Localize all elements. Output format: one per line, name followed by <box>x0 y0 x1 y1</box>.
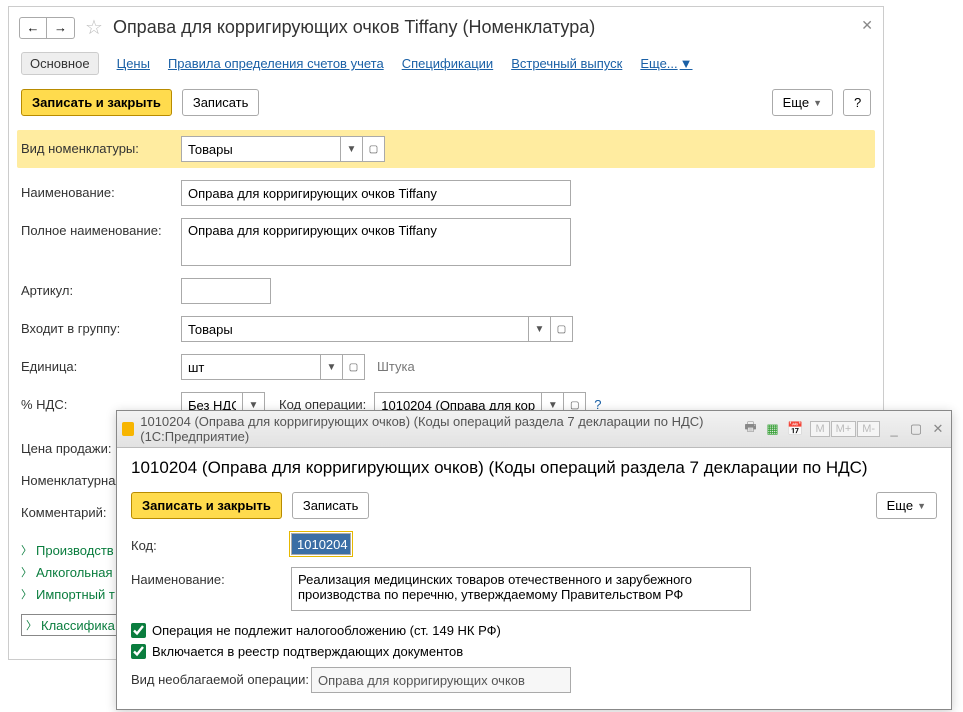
print-icon[interactable]: 🖶 <box>744 421 758 437</box>
kind-input[interactable] <box>181 136 341 162</box>
row-kind: Вид номенклатуры: ▼ ▢ <box>17 130 875 168</box>
favorite-star-icon[interactable]: ☆ <box>85 15 103 40</box>
save-close-button[interactable]: Записать и закрыть <box>21 89 172 116</box>
unit-dropdown-icon[interactable]: ▼ <box>321 354 343 380</box>
dialog-check1[interactable]: Операция не подлежит налогообложению (ст… <box>131 623 937 638</box>
dialog-titlebar-text: 1010204 (Оправа для корригирующих очков)… <box>140 414 730 444</box>
maximize-icon[interactable]: ▢ <box>909 421 923 437</box>
kind-open-icon[interactable]: ▢ <box>363 136 385 162</box>
link-classification[interactable]: 〉Классифика <box>21 614 120 636</box>
tab-main[interactable]: Основное <box>21 52 99 75</box>
dialog-name-input[interactable]: Реализация медицинских товаров отечестве… <box>291 567 751 611</box>
table-icon[interactable]: ▦ <box>766 421 780 437</box>
tab-more[interactable]: Еще...▼ <box>640 56 692 71</box>
tab-spec[interactable]: Спецификации <box>402 56 494 71</box>
check1-label: Операция не подлежит налогообложению (ст… <box>152 623 501 638</box>
unit-label: Единица: <box>21 354 181 374</box>
name-input[interactable] <box>181 180 571 206</box>
kind-dropdown-icon[interactable]: ▼ <box>341 136 363 162</box>
group-input[interactable] <box>181 316 529 342</box>
dialog-kind-input[interactable] <box>311 667 571 693</box>
calendar-icon[interactable]: 📅 <box>787 421 803 437</box>
toolbar: Записать и закрыть Записать Еще▼ ? <box>9 85 883 130</box>
dialog-window: 1010204 (Оправа для корригирующих очков)… <box>116 410 952 710</box>
dialog-save-close-button[interactable]: Записать и закрыть <box>131 492 282 519</box>
app-icon <box>122 422 134 436</box>
group-open-icon[interactable]: ▢ <box>551 316 573 342</box>
dialog-check2[interactable]: Включается в реестр подтверждающих докум… <box>131 644 937 659</box>
minimize-icon[interactable]: _ <box>887 421 901 437</box>
dialog-titlebar[interactable]: 1010204 (Оправа для корригирующих очков)… <box>117 411 951 448</box>
close-icon[interactable]: ✕ <box>931 421 945 437</box>
row-fullname: Полное наименование: <box>21 218 871 266</box>
dialog-more-button[interactable]: Еще▼ <box>876 492 937 519</box>
name-label: Наименование: <box>21 180 181 200</box>
window-header: ← → ☆ Оправа для корригирующих очков Tif… <box>9 7 883 50</box>
vat-label: % НДС: <box>21 392 181 412</box>
dialog-name-label: Наименование: <box>131 567 291 587</box>
dialog-code-input[interactable]: 1010204 <box>291 533 351 555</box>
check2-box[interactable] <box>131 644 146 659</box>
chevron-right-icon: 〉 <box>21 542 32 558</box>
mem-mminus[interactable]: M- <box>857 421 880 437</box>
unit-hint: Штука <box>377 354 415 374</box>
mem-m[interactable]: M <box>810 421 829 437</box>
check1-box[interactable] <box>131 623 146 638</box>
dialog-code-label: Код: <box>131 533 291 553</box>
help-button[interactable]: ? <box>843 89 871 116</box>
unit-open-icon[interactable]: ▢ <box>343 354 365 380</box>
dialog-save-button[interactable]: Записать <box>292 492 370 519</box>
mem-mplus[interactable]: M+ <box>831 421 857 437</box>
memory-buttons: M M+ M- <box>810 421 880 437</box>
more-button[interactable]: Еще▼ <box>772 89 833 116</box>
opcode-label: Код операции: <box>279 392 366 412</box>
fullname-label: Полное наименование: <box>21 218 181 238</box>
row-sku: Артикул: <box>21 278 871 304</box>
opcode-help-icon[interactable]: ? <box>594 392 601 412</box>
dialog-row-name: Наименование: Реализация медицинских тов… <box>131 567 937 611</box>
save-button[interactable]: Записать <box>182 89 260 116</box>
dialog-row-code: Код: 1010204 <box>131 533 937 555</box>
fullname-input[interactable] <box>181 218 571 266</box>
back-button[interactable]: ← <box>19 17 47 39</box>
dialog-kind-label: Вид необлагаемой операции: <box>131 667 311 687</box>
group-dropdown-icon[interactable]: ▼ <box>529 316 551 342</box>
chevron-right-icon: 〉 <box>21 564 32 580</box>
row-group: Входит в группу: ▼ ▢ <box>21 316 871 342</box>
nav-tabs: Основное Цены Правила определения счетов… <box>9 50 883 85</box>
row-name: Наименование: <box>21 180 871 206</box>
dialog-title: 1010204 (Оправа для корригирующих очков)… <box>131 458 937 478</box>
sku-input[interactable] <box>181 278 271 304</box>
chevron-right-icon: 〉 <box>21 586 32 602</box>
check2-label: Включается в реестр подтверждающих докум… <box>152 644 463 659</box>
page-title: Оправа для корригирующих очков Tiffany (… <box>113 17 595 38</box>
unit-input[interactable] <box>181 354 321 380</box>
tab-rules[interactable]: Правила определения счетов учета <box>168 56 384 71</box>
sku-label: Артикул: <box>21 278 181 298</box>
kind-label: Вид номенклатуры: <box>21 136 181 156</box>
group-label: Входит в группу: <box>21 316 181 336</box>
forward-button[interactable]: → <box>47 17 75 39</box>
dialog-row-kind: Вид необлагаемой операции: <box>131 667 937 693</box>
tab-counter[interactable]: Встречный выпуск <box>511 56 622 71</box>
tab-prices[interactable]: Цены <box>117 56 150 71</box>
row-unit: Единица: ▼ ▢ Штука <box>21 354 871 380</box>
close-icon[interactable]: ✕ <box>861 17 873 34</box>
chevron-right-icon: 〉 <box>26 617 37 633</box>
